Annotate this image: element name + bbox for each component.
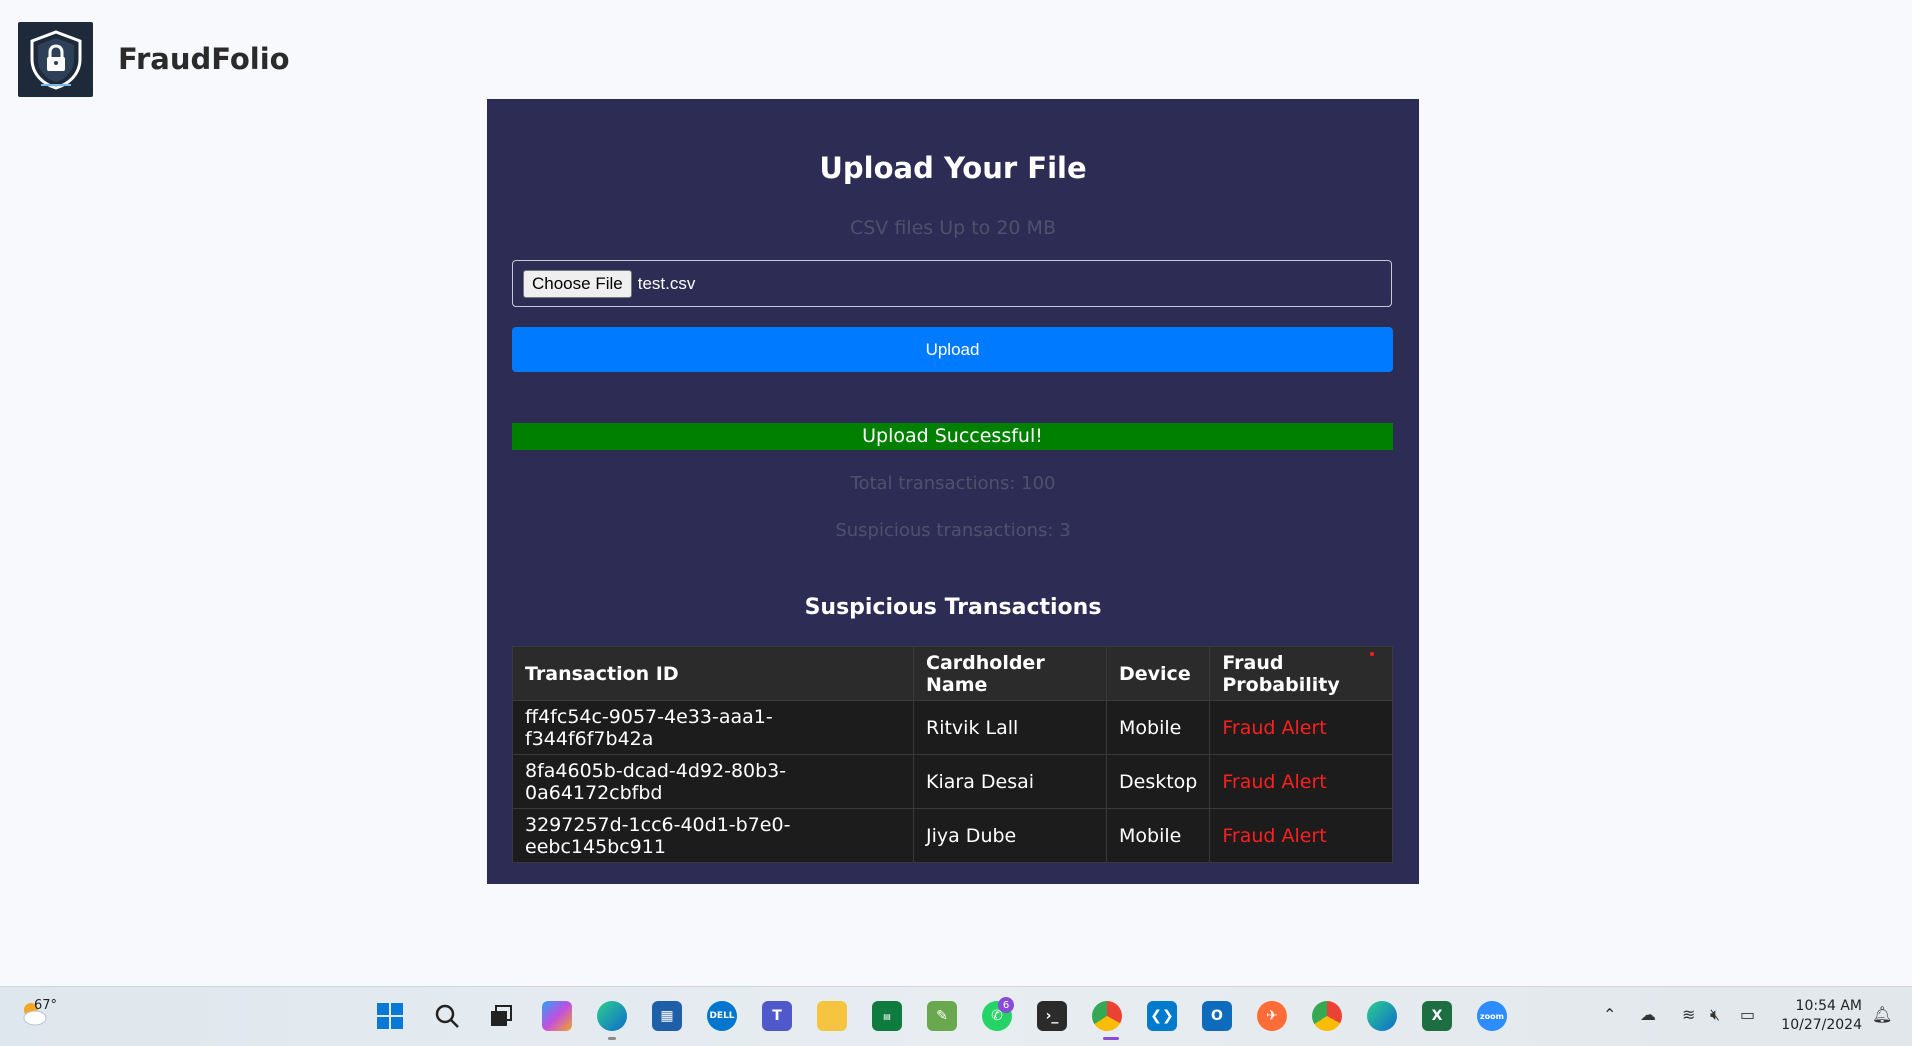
weather-widget[interactable]: 67° [18, 997, 57, 1029]
cloud-offline-icon[interactable]: ☁ [1640, 1005, 1656, 1024]
start-icon[interactable] [375, 1001, 405, 1031]
choose-file-button[interactable]: Choose File [523, 269, 632, 298]
photo-app-icon[interactable]: ✎ [927, 1001, 957, 1031]
clock[interactable]: 10:54 AM 10/27/2024 [1781, 997, 1862, 1035]
transaction-id-cell: 3297257d-1cc6-40d1-b7e0-eebc145bc911 [512, 808, 914, 863]
fraud-alert-cell: Fraud Alert [1209, 808, 1393, 863]
spreadsheet-app-icon[interactable]: ▤ [872, 1001, 902, 1031]
excel-icon[interactable]: X [1422, 1001, 1452, 1031]
wifi-icon[interactable]: ≋ [1682, 1005, 1695, 1024]
volume-muted-icon[interactable]: 🔇︎ [1710, 1005, 1720, 1025]
upload-button[interactable]: Upload [512, 327, 1393, 372]
clock-date: 10/27/2024 [1781, 1017, 1862, 1033]
edge-icon[interactable] [597, 1001, 627, 1031]
running-indicator [608, 1037, 616, 1040]
table-row: 8fa4605b-dcad-4d92-80b3-0a64172cbfbd Kia… [512, 754, 1393, 809]
table-row: ff4fc54c-9057-4e33-aaa1-f344f6f7b42a Rit… [512, 700, 1393, 755]
table-header-row: Transaction ID Cardholder Name Device Fr… [512, 646, 1393, 701]
file-input[interactable]: Choose File test.csv [512, 260, 1392, 307]
store-icon[interactable]: ▦ [652, 1001, 682, 1031]
outlook-icon[interactable]: O [1202, 1001, 1232, 1031]
suspicious-table-title: Suspicious Transactions [804, 595, 1102, 620]
weather-temp: 67° [34, 998, 58, 1013]
upload-title: Upload Your File [819, 151, 1087, 185]
brand-name: FraudFolio [118, 42, 290, 76]
red-dot-marker [1370, 652, 1374, 656]
col-device: Device [1105, 646, 1211, 701]
task-view-icon[interactable] [486, 1001, 516, 1031]
device-cell: Desktop [1105, 754, 1211, 809]
app-logo [18, 22, 93, 97]
cardholder-name-cell: Ritvik Lall [913, 700, 1107, 755]
transaction-id-cell: 8fa4605b-dcad-4d92-80b3-0a64172cbfbd [512, 754, 914, 809]
whatsapp-badge: 6 [998, 997, 1014, 1013]
vscode-icon[interactable]: ❮❯ [1147, 1001, 1177, 1031]
suspicious-transactions-count: Suspicious transactions: 3 [835, 520, 1071, 541]
chrome-profile-icon[interactable] [1312, 1001, 1342, 1031]
selected-file-name: test.csv [637, 273, 696, 293]
search-icon[interactable] [432, 1001, 462, 1031]
col-cardholder-name: Cardholder Name [913, 646, 1107, 701]
cardholder-name-cell: Jiya Dube [913, 808, 1107, 863]
battery-icon[interactable]: ▭ [1740, 1005, 1755, 1024]
postman-icon[interactable]: ✈ [1257, 1001, 1287, 1031]
transaction-id-cell: ff4fc54c-9057-4e33-aaa1-f344f6f7b42a [512, 700, 914, 755]
terminal-icon[interactable]: ›_ [1037, 1001, 1067, 1031]
total-transactions: Total transactions: 100 [850, 473, 1056, 494]
upload-subtitle: CSV files Up to 20 MB [849, 217, 1056, 239]
dell-icon[interactable]: DELL [707, 1001, 737, 1031]
notification-icon[interactable]: 🔔︎ [1872, 1005, 1892, 1024]
device-cell: Mobile [1105, 700, 1211, 755]
device-cell: Mobile [1105, 808, 1211, 863]
edge-profile-icon[interactable] [1367, 1001, 1397, 1031]
copilot-icon[interactable] [542, 1001, 572, 1031]
fraud-alert-cell: Fraud Alert [1209, 700, 1393, 755]
suspicious-transactions-table: Transaction ID Cardholder Name Device Fr… [512, 646, 1393, 863]
teams-icon[interactable]: T [762, 1001, 792, 1031]
fraud-alert-cell: Fraud Alert [1209, 754, 1393, 809]
upload-card: Upload Your File CSV files Up to 20 MB C… [487, 99, 1419, 884]
col-fraud-probability: Fraud Probability [1209, 646, 1393, 701]
col-transaction-id: Transaction ID [512, 646, 914, 701]
clock-time: 10:54 AM [1795, 998, 1862, 1014]
upload-success-banner: Upload Successful! [512, 423, 1393, 450]
taskbar: 67° ▦ DELL T ▤ ✎ ✆ 6 ›_ ❮❯ O ✈ X zoom ⌃ … [0, 986, 1912, 1046]
table-row: 3297257d-1cc6-40d1-b7e0-eebc145bc911 Jiy… [512, 808, 1393, 863]
cardholder-name-cell: Kiara Desai [913, 754, 1107, 809]
file-explorer-icon[interactable] [817, 1001, 847, 1031]
shield-lock-icon [30, 29, 81, 90]
active-indicator [1103, 1037, 1119, 1040]
chevron-up-icon[interactable]: ⌃ [1603, 1005, 1616, 1024]
chrome-icon[interactable] [1092, 1001, 1122, 1031]
zoom-icon[interactable]: zoom [1477, 1001, 1507, 1031]
